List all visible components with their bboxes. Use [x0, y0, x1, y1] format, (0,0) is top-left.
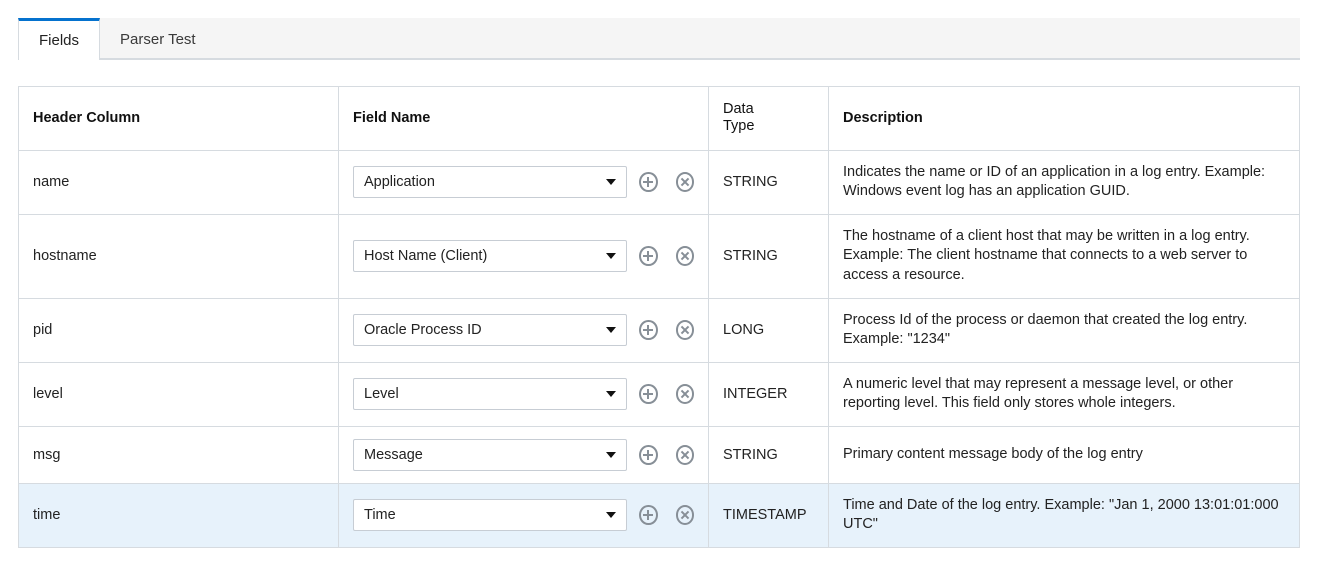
field-name-selected: Message [364, 447, 423, 463]
add-field-icon[interactable] [639, 246, 657, 266]
chevron-down-icon [606, 327, 616, 333]
col-description: Description [829, 87, 1299, 150]
cell-header-column: level [19, 363, 339, 426]
remove-field-icon[interactable] [676, 246, 694, 266]
field-name-select[interactable]: Time [353, 499, 627, 531]
add-field-icon[interactable] [639, 505, 657, 525]
table-row: level Level INTEGER A numeric level that… [19, 363, 1299, 427]
cell-data-type: INTEGER [709, 363, 829, 426]
data-type-value: STRING [723, 248, 778, 264]
col-header-column-label: Header Column [33, 110, 140, 126]
field-name-select[interactable]: Application [353, 166, 627, 198]
tab-bar: Fields Parser Test [18, 18, 1300, 60]
cell-header-column: msg [19, 427, 339, 483]
data-type-value: INTEGER [723, 386, 787, 402]
col-data-type: Data Type [709, 87, 829, 150]
table-row: hostname Host Name (Client) STRING The h… [19, 215, 1299, 299]
col-data-type-label: Data Type [723, 101, 754, 136]
add-field-icon[interactable] [639, 445, 657, 465]
cell-field-name: Oracle Process ID [339, 299, 709, 362]
chevron-down-icon [606, 391, 616, 397]
header-column-value: time [33, 507, 60, 523]
table-row: msg Message STRING Primary content messa… [19, 427, 1299, 484]
cell-data-type: STRING [709, 427, 829, 483]
remove-field-icon[interactable] [676, 320, 694, 340]
chevron-down-icon [606, 179, 616, 185]
field-name-selected: Level [364, 386, 399, 402]
table-row: time Time TIMESTAMP Time and Date of the… [19, 484, 1299, 548]
add-field-icon[interactable] [639, 384, 657, 404]
cell-description: Process Id of the process or daemon that… [829, 299, 1299, 362]
cell-data-type: STRING [709, 215, 829, 298]
fields-table: Header Column Field Name Data Type Descr… [18, 86, 1300, 548]
description-value: Time and Date of the log entry. Example:… [843, 496, 1285, 535]
header-column-value: hostname [33, 248, 97, 264]
cell-field-name: Level [339, 363, 709, 426]
cell-field-name: Host Name (Client) [339, 215, 709, 298]
cell-header-column: time [19, 484, 339, 547]
description-value: A numeric level that may represent a mes… [843, 375, 1285, 414]
col-header-column: Header Column [19, 87, 339, 150]
col-description-label: Description [843, 109, 923, 129]
data-type-value: LONG [723, 322, 764, 338]
data-type-value: STRING [723, 447, 778, 463]
field-name-select[interactable]: Oracle Process ID [353, 314, 627, 346]
cell-field-name: Application [339, 151, 709, 214]
chevron-down-icon [606, 253, 616, 259]
table-header-row: Header Column Field Name Data Type Descr… [19, 87, 1299, 151]
chevron-down-icon [606, 452, 616, 458]
header-column-value: level [33, 386, 63, 402]
col-field-name: Field Name [339, 87, 709, 150]
table-row: name Application STRING Indicates the na… [19, 151, 1299, 215]
cell-description: Indicates the name or ID of an applicati… [829, 151, 1299, 214]
cell-data-type: STRING [709, 151, 829, 214]
cell-header-column: pid [19, 299, 339, 362]
field-name-selected: Oracle Process ID [364, 322, 482, 338]
description-value: Indicates the name or ID of an applicati… [843, 163, 1285, 202]
cell-description: A numeric level that may represent a mes… [829, 363, 1299, 426]
cell-header-column: name [19, 151, 339, 214]
chevron-down-icon [606, 512, 616, 518]
data-type-value: STRING [723, 174, 778, 190]
tab-fields[interactable]: Fields [18, 18, 100, 60]
description-value: Primary content message body of the log … [843, 445, 1143, 465]
tab-fields-label: Fields [39, 32, 79, 49]
description-value: Process Id of the process or daemon that… [843, 311, 1285, 350]
cell-header-column: hostname [19, 215, 339, 298]
header-column-value: pid [33, 322, 52, 338]
header-column-value: name [33, 174, 69, 190]
cell-field-name: Message [339, 427, 709, 483]
tab-parser-test-label: Parser Test [120, 31, 196, 48]
table-row: pid Oracle Process ID LONG Process Id of… [19, 299, 1299, 363]
header-column-value: msg [33, 447, 60, 463]
field-name-select[interactable]: Host Name (Client) [353, 240, 627, 272]
cell-description: Time and Date of the log entry. Example:… [829, 484, 1299, 547]
remove-field-icon[interactable] [676, 172, 694, 192]
tab-parser-test[interactable]: Parser Test [100, 18, 216, 58]
cell-field-name: Time [339, 484, 709, 547]
field-name-selected: Host Name (Client) [364, 248, 487, 264]
add-field-icon[interactable] [639, 172, 657, 192]
remove-field-icon[interactable] [676, 384, 694, 404]
remove-field-icon[interactable] [676, 445, 694, 465]
cell-description: Primary content message body of the log … [829, 427, 1299, 483]
field-name-select[interactable]: Level [353, 378, 627, 410]
cell-data-type: TIMESTAMP [709, 484, 829, 547]
cell-data-type: LONG [709, 299, 829, 362]
add-field-icon[interactable] [639, 320, 657, 340]
remove-field-icon[interactable] [676, 505, 694, 525]
data-type-value: TIMESTAMP [723, 507, 807, 523]
description-value: The hostname of a client host that may b… [843, 227, 1285, 286]
field-name-selected: Application [364, 174, 435, 190]
field-name-select[interactable]: Message [353, 439, 627, 471]
field-name-selected: Time [364, 507, 396, 523]
cell-description: The hostname of a client host that may b… [829, 215, 1299, 298]
col-field-name-label: Field Name [353, 110, 430, 126]
